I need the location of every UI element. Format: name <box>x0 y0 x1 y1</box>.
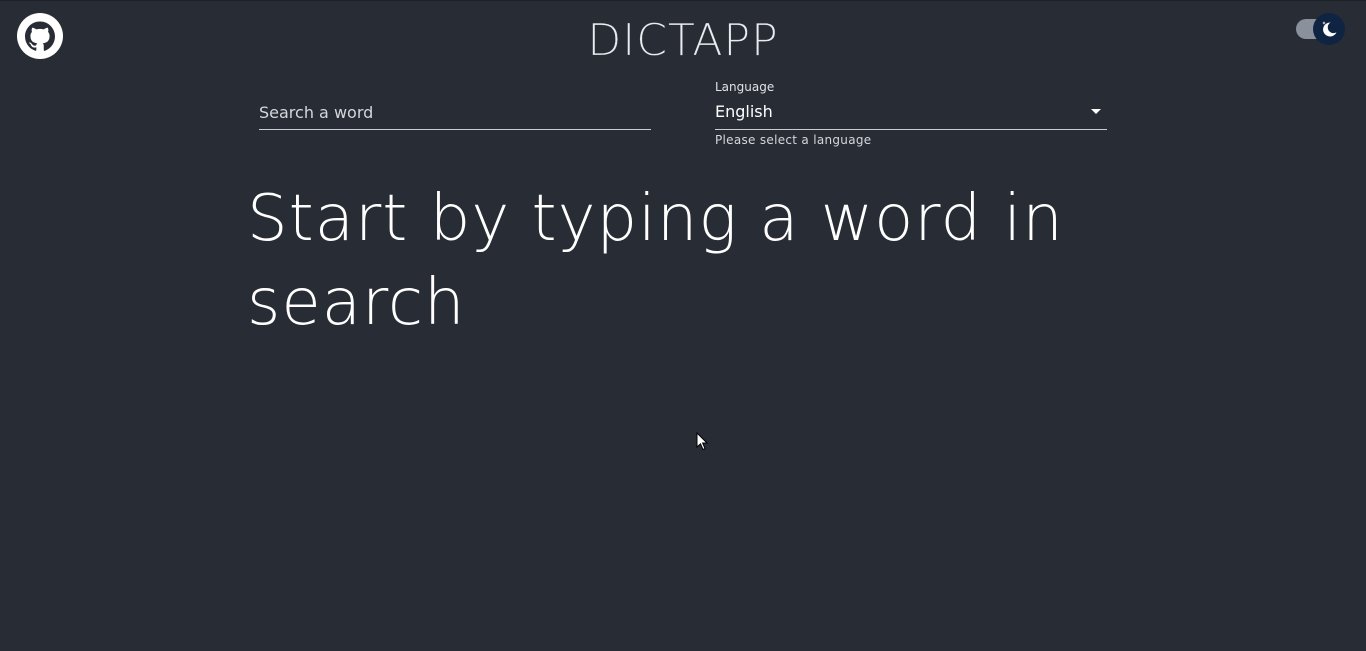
mouse-cursor-icon <box>696 432 708 451</box>
app-page: DICTAPP Language English Please select a… <box>0 0 1366 651</box>
caret-down-icon <box>1091 109 1101 114</box>
toggle-thumb[interactable] <box>1313 13 1345 45</box>
search-input[interactable] <box>259 99 649 125</box>
theme-toggle[interactable] <box>1295 13 1345 45</box>
empty-state-message: Start by typing a word in search <box>247 182 1064 340</box>
search-field[interactable] <box>259 93 651 130</box>
moon-icon <box>1322 21 1337 37</box>
app-title: DICTAPP <box>587 15 779 66</box>
language-select[interactable]: English <box>715 99 1107 130</box>
language-helper-text: Please select a language <box>715 133 872 147</box>
language-selected-value: English <box>715 102 773 121</box>
language-label: Language <box>715 80 775 94</box>
